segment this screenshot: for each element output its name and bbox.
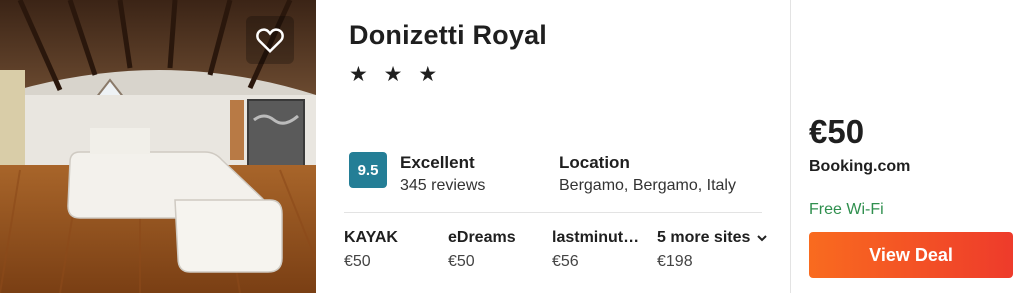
provider-price: €50 (448, 253, 475, 270)
provider-name: KAYAK (344, 229, 398, 246)
hotel-details: Donizetti Royal ★ ★ ★ 9.5 Excellent 345 … (316, 0, 790, 293)
deal-price: €50 (809, 113, 865, 150)
provider-name: lastminut… (552, 229, 640, 246)
hotel-photo[interactable] (0, 0, 316, 293)
deal-site: Booking.com (809, 158, 911, 175)
more-sites-label: 5 more sites (657, 229, 751, 246)
favorite-button[interactable] (246, 16, 294, 64)
review-count: 345 reviews (400, 177, 486, 194)
provider-name: eDreams (448, 229, 516, 246)
review-score-badge: 9.5 (349, 152, 387, 188)
more-sites-dropdown[interactable]: 5 more sites €198 (657, 228, 787, 276)
star-rating: ★ ★ ★ (349, 63, 443, 86)
amenity-wifi: Free Wi-Fi (809, 201, 884, 218)
heart-icon (256, 28, 284, 54)
provider-price: €198 (657, 253, 693, 270)
view-deal-button[interactable]: View Deal (809, 232, 1013, 278)
provider-edreams[interactable]: eDreams €50 (448, 228, 548, 276)
provider-price: €50 (344, 253, 371, 270)
chevron-down-icon (757, 235, 768, 242)
hotel-result-card: Donizetti Royal ★ ★ ★ 9.5 Excellent 345 … (0, 0, 1024, 293)
rating-label: Excellent (400, 153, 475, 172)
location-label: Location (559, 153, 630, 172)
provider-price: €56 (552, 253, 579, 270)
provider-name: 5 more sites (657, 228, 787, 248)
provider-kayak[interactable]: KAYAK €50 (344, 228, 444, 276)
provider-lastminute[interactable]: lastminut… €56 (552, 228, 652, 276)
hotel-name[interactable]: Donizetti Royal (349, 20, 547, 51)
divider (344, 212, 762, 213)
location-info: Location Bergamo, Bergamo, Italy (559, 153, 736, 199)
location-text: Bergamo, Bergamo, Italy (559, 177, 736, 194)
deal-panel: €50 Booking.com Free Wi-Fi View Deal (791, 0, 1024, 293)
review-summary[interactable]: Excellent 345 reviews (400, 153, 485, 199)
